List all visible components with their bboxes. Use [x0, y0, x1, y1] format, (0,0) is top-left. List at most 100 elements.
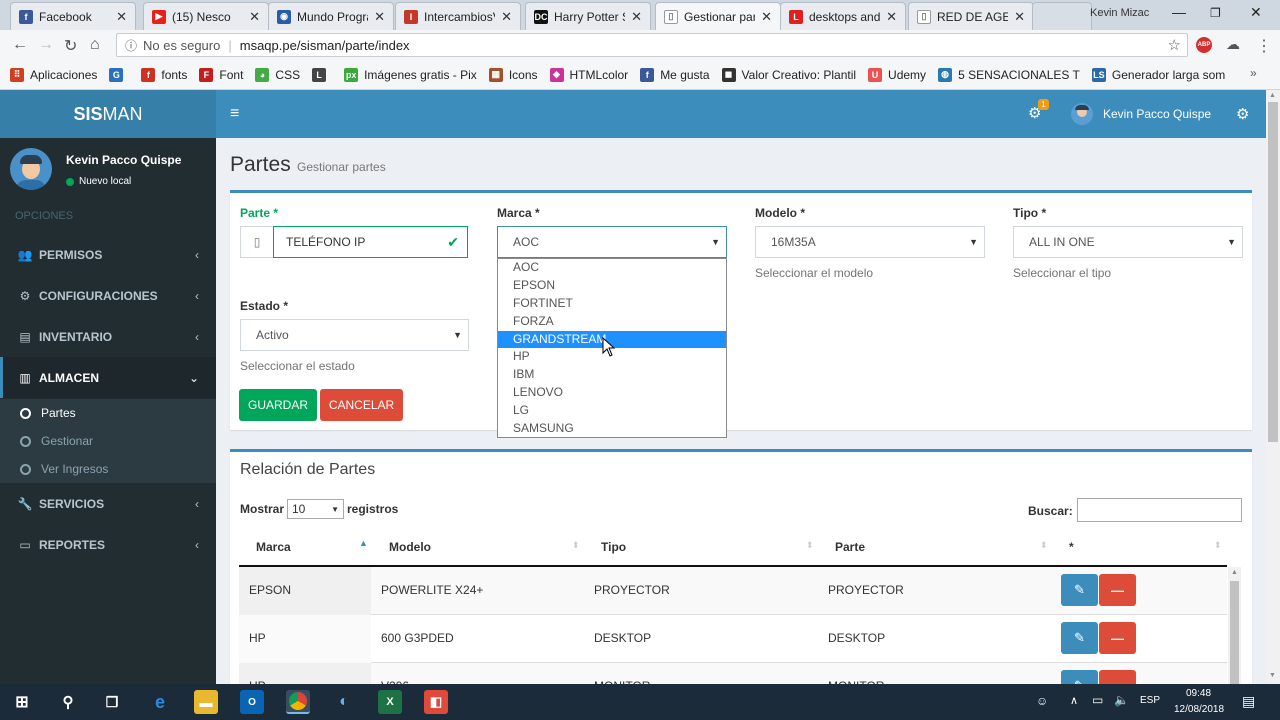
clock-date[interactable]: 12/08/2018 [1174, 704, 1224, 715]
bookmark-item[interactable]: f Me gusta [640, 67, 710, 82]
chrome-icon[interactable] [286, 690, 310, 714]
outlook-icon[interactable]: O [240, 690, 264, 714]
bookmark-item[interactable]: L [312, 67, 332, 82]
column-header[interactable]: Modelo [389, 540, 431, 554]
marca-option[interactable]: LENOVO [498, 384, 726, 402]
sidebar-toggle-icon[interactable]: ≡ [230, 105, 239, 123]
adblock-icon[interactable]: ABP [1196, 37, 1212, 53]
language-indicator[interactable]: ESP [1140, 695, 1160, 706]
delete-button[interactable]: — [1099, 574, 1136, 606]
back-icon[interactable]: ← [12, 36, 28, 54]
page-size-select[interactable]: 10 ▼ [287, 499, 344, 519]
chevron-up-icon[interactable]: ∧ [1070, 694, 1078, 707]
close-tab-icon[interactable]: ✕ [374, 9, 385, 25]
app-logo[interactable]: SIS MAN [0, 90, 216, 138]
close-tab-icon[interactable]: ✕ [631, 9, 642, 25]
info-icon[interactable]: ⓘ [125, 37, 137, 54]
modelo-select[interactable]: 16M35A ▼ [755, 226, 985, 258]
new-tab-button[interactable] [1032, 2, 1092, 30]
restore-icon[interactable]: ❐ [1210, 6, 1221, 20]
bookmark-item[interactable]: G [109, 67, 129, 82]
people-icon[interactable]: ☺ [1036, 694, 1048, 708]
more-bookmarks-icon[interactable]: » [1250, 66, 1257, 80]
sort-icon[interactable]: ⬍ [806, 540, 814, 551]
sidebar-item-servicios[interactable]: 🔧 SERVICIOS ‹ [0, 483, 216, 524]
sidebar-subitem-gestionar[interactable]: Gestionar [0, 427, 216, 455]
cloud-icon[interactable]: ☁ [1226, 36, 1240, 53]
browser-tab[interactable]: ▯ Gestionar part ✕ [655, 2, 781, 30]
excel-icon[interactable]: X [378, 690, 402, 714]
browser-tab[interactable]: ▯ RED DE AGEN ✕ [908, 2, 1034, 30]
search-input[interactable] [1077, 498, 1242, 522]
sidebar-item-almacen[interactable]: ▥ ALMACEN ⌄ [0, 357, 216, 398]
browser-tab[interactable]: DC Harry Potter S ✕ [525, 2, 651, 30]
parte-input[interactable]: TELÉFONO IP ✔ [273, 226, 468, 258]
app-red-icon[interactable]: ◧ [424, 690, 448, 714]
bookmark-item[interactable]: f fonts [141, 67, 187, 82]
sidebar-item-inventario[interactable]: ▤ INVENTARIO ‹ [0, 316, 216, 357]
column-header[interactable]: Marca [256, 540, 291, 554]
table-scrollbar[interactable]: ▲ [1228, 567, 1241, 684]
sidebar-item-permisos[interactable]: 👥 PERMISOS ‹ [0, 234, 216, 275]
reload-icon[interactable]: ↻ [64, 36, 77, 56]
save-button[interactable]: GUARDAR [239, 389, 317, 421]
clock-time[interactable]: 09:48 [1186, 688, 1211, 699]
profile-name[interactable]: Kevin Mizac [1090, 7, 1149, 19]
marca-option[interactable]: IBM [498, 366, 726, 384]
edit-button[interactable]: ✎ [1061, 622, 1098, 654]
bookmark-item[interactable]: ▦ Icons [488, 67, 538, 82]
sort-icon[interactable]: ⬍ [1040, 540, 1048, 551]
bookmark-item[interactable]: ◆ HTMLcolor [549, 67, 628, 82]
windows-start-icon[interactable]: ⊞ [10, 690, 34, 714]
marca-select[interactable]: AOC ▼ [497, 226, 727, 258]
bookmark-item[interactable]: LS Generador larga som [1091, 67, 1225, 82]
close-tab-icon[interactable]: ✕ [249, 9, 260, 25]
cancel-button[interactable]: CANCELAR [320, 389, 403, 421]
sort-icon[interactable]: ⬍ [1214, 540, 1222, 551]
star-icon[interactable]: ☆ [1168, 36, 1181, 54]
bookmark-item[interactable]: ◕ CSS [255, 67, 300, 82]
sidebar-subitem-ver-ingresos[interactable]: Ver Ingresos [0, 455, 216, 483]
folder-icon[interactable]: ▬ [194, 690, 218, 714]
home-icon[interactable]: ⌂ [90, 36, 100, 54]
marca-option[interactable]: SAMSUNG [498, 420, 726, 438]
network-icon[interactable]: ▭ [1092, 693, 1103, 707]
bookmark-item[interactable]: F Font [199, 67, 243, 82]
marca-option[interactable]: AOC [498, 259, 726, 277]
sidebar-item-reportes[interactable]: ▭ REPORTES ‹ [0, 524, 216, 565]
menu-icon[interactable]: ⋮ [1256, 36, 1272, 56]
edit-button[interactable]: ✎ [1061, 574, 1098, 606]
bookmark-item[interactable]: ◍ 5 SENSACIONALES T [938, 67, 1080, 82]
column-header[interactable]: * [1069, 540, 1074, 554]
tipo-select[interactable]: ALL IN ONE ▼ [1013, 226, 1243, 258]
top-avatar[interactable] [1071, 103, 1093, 125]
volume-icon[interactable]: 🔈 [1114, 693, 1129, 707]
delete-button[interactable]: — [1099, 670, 1136, 684]
browser-tab[interactable]: Ldesktops and ✕ [780, 2, 906, 30]
sort-icon[interactable]: ⬍ [572, 540, 580, 551]
settings-icon[interactable]: ⚙ [1236, 105, 1249, 123]
sort-asc-icon[interactable]: ▲ [359, 538, 368, 548]
close-window-icon[interactable]: ✕ [1250, 4, 1262, 21]
edit-button[interactable]: ✎ [1061, 670, 1098, 684]
marca-option[interactable]: FORTINET [498, 295, 726, 313]
delete-button[interactable]: — [1099, 622, 1136, 654]
bookmark-item[interactable]: px Imágenes gratis - Pix [344, 67, 477, 82]
column-header[interactable]: Tipo [601, 540, 626, 554]
edge-icon[interactable]: e [148, 690, 172, 714]
search-icon[interactable]: ⚲ [56, 690, 80, 714]
marca-option[interactable]: FORZA [498, 313, 726, 331]
close-tab-icon[interactable]: ✕ [1014, 9, 1025, 25]
bookmark-item[interactable]: ⠿ Aplicaciones [10, 67, 97, 82]
url-bar[interactable]: ⓘ No es seguro | msaqp.pe/sisman/parte/i… [116, 33, 1188, 57]
browser-tab[interactable]: ▶ (15) Nesco ✕ [143, 2, 269, 30]
bookmark-item[interactable]: ◼ Valor Creativo: Plantil [721, 67, 856, 82]
estado-select[interactable]: Activo ▼ [240, 319, 469, 351]
close-tab-icon[interactable]: ✕ [501, 9, 512, 25]
bookmark-item[interactable]: U Udemy [868, 67, 926, 82]
browser-tab[interactable]: f Facebook ✕ [10, 2, 136, 30]
task-view-icon[interactable]: ❒ [100, 690, 124, 714]
marca-option[interactable]: EPSON [498, 277, 726, 295]
top-user-name[interactable]: Kevin Pacco Quispe [1103, 107, 1211, 121]
marca-option[interactable]: LG [498, 402, 726, 420]
